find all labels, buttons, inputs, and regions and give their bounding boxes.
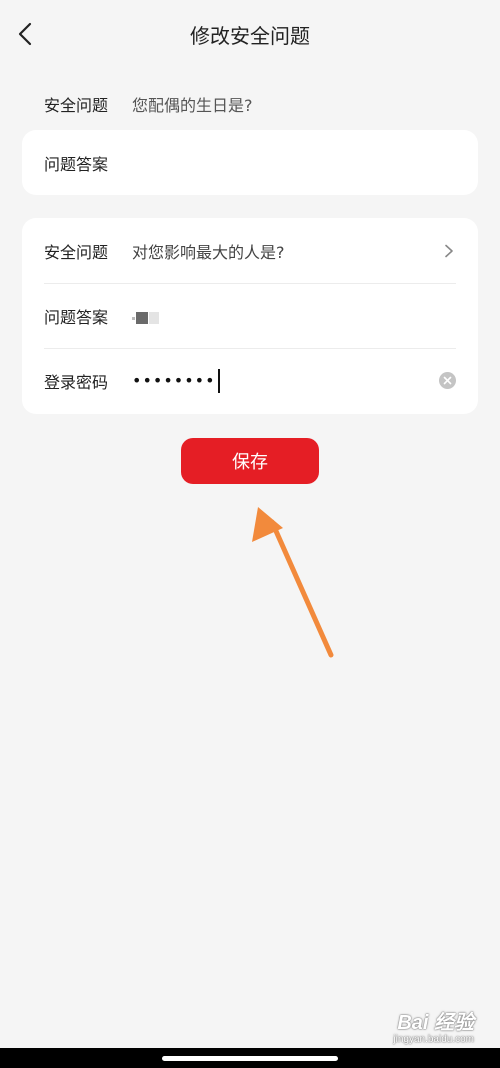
- save-button[interactable]: 保存: [181, 438, 319, 484]
- new-answer-input[interactable]: [132, 305, 456, 327]
- current-question-value: 您配偶的生日是?: [132, 96, 253, 115]
- clear-input-button[interactable]: [439, 372, 456, 389]
- blurred-answer-image: [132, 310, 159, 326]
- password-label: 登录密码: [44, 372, 109, 392]
- new-question-label: 安全问题: [44, 242, 109, 262]
- nav-bar: 修改安全问题: [0, 0, 500, 70]
- password-field[interactable]: 登录密码 ••••••••: [22, 348, 478, 413]
- page-title: 修改安全问题: [190, 24, 310, 48]
- page: 修改安全问题 安全问题 您配偶的生日是? 问题答案 安全问题 对您影响最大的人是…: [0, 0, 500, 1068]
- watermark-url: jingyan.baidu.com: [393, 1034, 474, 1045]
- close-icon: [443, 376, 452, 385]
- current-question-label: 安全问题: [44, 96, 109, 115]
- new-answer-label: 问题答案: [44, 307, 109, 327]
- watermark-brand: Bai 经验: [397, 1012, 474, 1034]
- current-answer-field[interactable]: 问题答案: [22, 130, 478, 195]
- home-indicator[interactable]: [162, 1056, 338, 1061]
- password-dots: ••••••••: [132, 371, 216, 390]
- current-answer-label: 问题答案: [44, 154, 109, 174]
- password-input[interactable]: ••••••••: [132, 368, 439, 393]
- new-question-card: 安全问题 对您影响最大的人是? 问题答案 登录密码 ••••••••: [22, 218, 478, 414]
- new-answer-field[interactable]: 问题答案: [22, 283, 478, 348]
- new-question-value: 对您影响最大的人是?: [132, 242, 285, 262]
- text-cursor: [217, 368, 220, 393]
- current-answer-card: 问题答案: [22, 130, 478, 195]
- new-question-selector[interactable]: 安全问题 对您影响最大的人是?: [22, 218, 478, 283]
- baidu-watermark: Bai 经验 jingyan.baidu.com: [393, 1012, 474, 1046]
- current-question-row: 安全问题 您配偶的生日是?: [44, 92, 253, 116]
- chevron-right-icon[interactable]: [442, 244, 456, 258]
